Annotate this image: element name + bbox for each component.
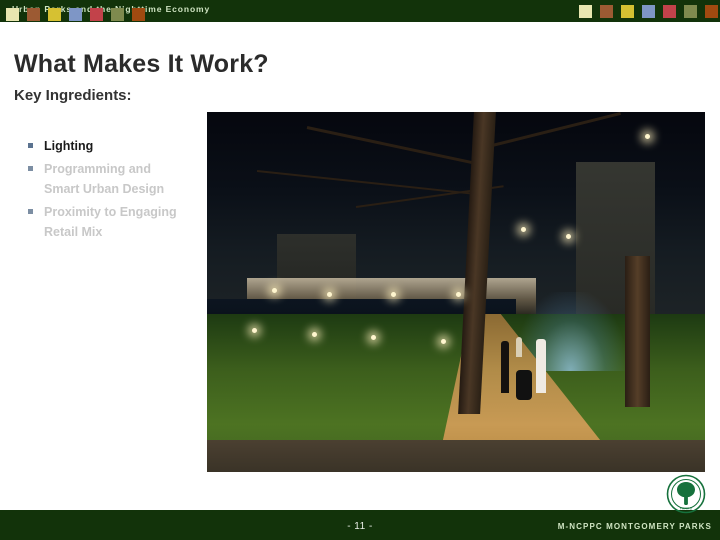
photo-lamp-light <box>311 331 317 337</box>
photo-lamp-light <box>456 292 461 297</box>
photo-lamp-light <box>251 328 257 333</box>
swatch-cream <box>579 5 592 18</box>
slide-subtitle: Key Ingredients: <box>14 87 132 104</box>
page-title: What Makes It Work? <box>14 50 269 78</box>
photo-pedestrian-adult <box>535 338 546 393</box>
bullet-label: Proximity to Engaging Retail Mix <box>44 204 177 240</box>
bullet-item: Proximity to Engaging Retail Mix <box>26 202 186 243</box>
swatch-red <box>90 8 103 21</box>
swatch-rust <box>132 8 145 21</box>
swatch-red <box>663 5 676 18</box>
photo-lamp-light <box>441 338 447 344</box>
swatch-blue <box>642 5 655 18</box>
swatch-cream <box>6 8 19 21</box>
swatch-olive <box>111 8 124 21</box>
bullet-label: Lighting <box>44 139 94 153</box>
bullet-marker-icon <box>28 208 33 214</box>
bullet-item: Lighting <box>26 136 186 157</box>
swatch-rust <box>705 5 718 18</box>
key-ingredients-list: Lighting Programming and Smart Urban Desi… <box>26 136 186 245</box>
photo-tree-trunk-right <box>625 256 651 408</box>
header-swatch-row <box>579 5 718 18</box>
swatch-gold <box>621 5 634 18</box>
slide-canvas: Urban Parks and the Nighttime Economy Wh… <box>0 0 720 540</box>
montgomery-parks-logo-icon: PARKS <box>666 474 706 514</box>
swatch-gold <box>48 8 61 21</box>
bullet-label: Programming and Smart Urban Design <box>44 161 165 197</box>
photo-pedestrian-adult <box>500 340 509 393</box>
bullet-item: Programming and Smart Urban Design <box>26 159 186 200</box>
swatch-olive <box>684 5 697 18</box>
night-park-photo <box>207 112 705 472</box>
photo-pedestrian-child <box>515 336 522 357</box>
photo-lamp-light <box>520 227 526 233</box>
swatch-brown <box>27 8 40 21</box>
bullet-marker-icon <box>28 165 33 171</box>
footer-organization: M-NCPPC MONTGOMERY PARKS <box>557 522 712 531</box>
svg-text:PARKS: PARKS <box>680 507 693 511</box>
swatch-brown <box>600 5 613 18</box>
swatch-blue <box>69 8 82 21</box>
photo-foreground-pavers <box>207 439 705 472</box>
footer-swatch-row <box>6 8 145 21</box>
photo-stroller <box>515 370 532 400</box>
bullet-marker-icon <box>28 143 33 148</box>
photo-lamp-light <box>326 292 332 297</box>
photo-lamp-light <box>645 133 651 139</box>
